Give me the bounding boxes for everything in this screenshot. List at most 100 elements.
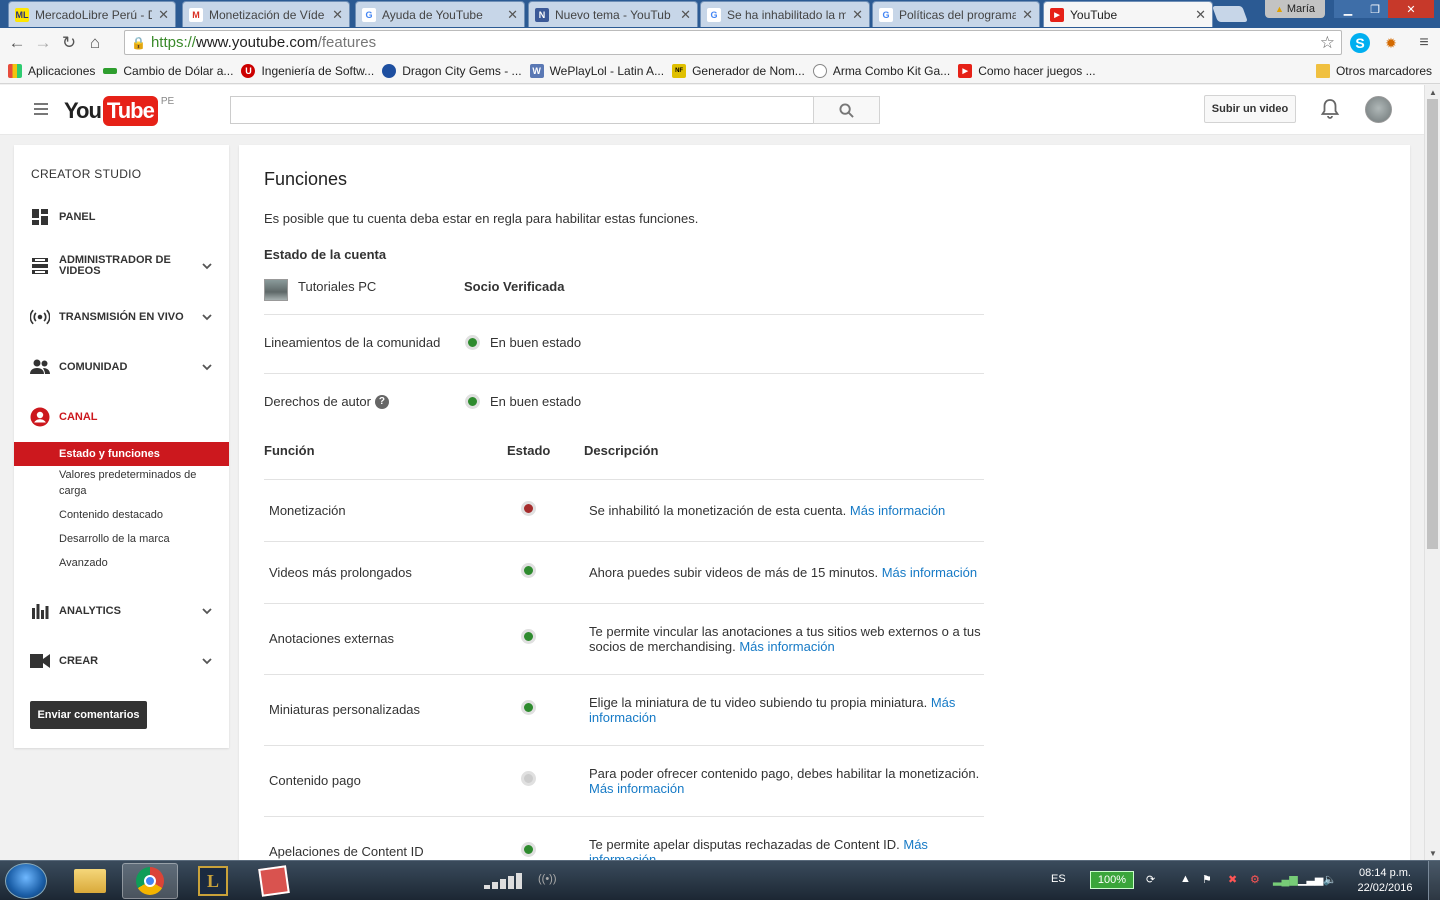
chevron-down-icon[interactable] [202,312,212,322]
gmail-favicon-icon: M [189,7,203,22]
profile-button[interactable]: ▲ María [1265,0,1325,18]
language-indicator[interactable]: ES [1051,873,1066,885]
action-center-flag-icon[interactable]: ⚑ [1202,873,1212,886]
browser-tab[interactable]: N Nuevo tema - YouTub ✕ [528,1,698,27]
page-title: Funciones [264,169,348,189]
bookmark-item[interactable]: Cambio de Dólar a... [103,64,233,78]
browser-tab[interactable]: M Monetización de Víde ✕ [182,1,350,27]
show-desktop-button[interactable] [1428,861,1440,900]
more-info-link[interactable]: Más información [739,639,834,654]
sidebar-subitem-upload-defaults[interactable]: Valores predeterminados de carga [14,467,214,499]
sidebar-item-analytics[interactable]: ANALYTICS [14,596,229,626]
scroll-up-arrow-icon[interactable]: ▲ [1425,85,1440,99]
address-bar[interactable]: 🔒 https:// www.youtube.com /features ☆ [124,30,1342,55]
network-strength-icon[interactable]: ▂▄▆ [1273,873,1298,886]
extension-icon[interactable]: ✹ [1381,33,1401,53]
close-tab-icon[interactable]: ✕ [158,7,169,23]
bookmark-item[interactable]: Arma Combo Kit Ga... [812,63,950,78]
sidebar-item-create[interactable]: CREAR [14,646,229,676]
browser-tab[interactable]: G Ayuda de YouTube ✕ [355,1,525,27]
more-info-link[interactable]: Más información [882,565,977,580]
volume-icon[interactable]: 🔈 [1323,873,1337,886]
close-tab-icon[interactable]: ✕ [507,7,518,23]
send-feedback-button[interactable]: Enviar comentarios [30,701,147,729]
more-info-link[interactable]: Más información [589,781,684,796]
close-tab-icon[interactable]: ✕ [680,7,691,23]
league-of-legends-icon[interactable]: L [185,863,241,899]
sidebar-subitem-status-features[interactable]: Estado y funciones [14,442,229,466]
back-arrow-icon[interactable]: ← [4,30,30,56]
forward-arrow-icon[interactable]: → [30,30,56,56]
sidebar-item-panel[interactable]: PANEL [14,202,229,232]
sidebar-item-live[interactable]: TRANSMISIÓN EN VIVO [14,302,229,332]
signal-bars-icon [482,871,526,894]
search-input[interactable] [230,96,814,124]
upload-button[interactable]: Subir un video [1204,95,1296,123]
close-tab-icon[interactable]: ✕ [852,7,863,23]
chevron-down-icon[interactable] [202,362,212,372]
close-tab-icon[interactable]: ✕ [1195,7,1206,23]
system-clock[interactable]: 08:14 p.m. 22/02/2016 [1345,866,1425,896]
other-bookmarks[interactable]: Otros marcadores [1315,63,1432,78]
sidebar-subitem-advanced[interactable]: Avanzado [14,555,229,571]
antivirus-icon[interactable]: ✖ [1228,873,1237,886]
start-button[interactable] [5,863,47,899]
guide-menu-icon[interactable] [34,103,48,115]
scroll-down-arrow-icon[interactable]: ▼ [1425,846,1440,860]
bookmark-label: Cambio de Dólar a... [123,63,234,78]
new-tab-button[interactable] [1212,6,1248,22]
show-hidden-icons-icon[interactable]: ▲ [1180,873,1191,885]
column-header-function: Función [264,443,315,458]
youtube-logo[interactable]: You Tube PE [64,96,174,126]
network-icon[interactable]: ▁▃▅ [1298,873,1323,886]
feature-status-dot [521,842,536,857]
browser-tab[interactable]: G Políticas del programa ✕ [872,1,1040,27]
page-scrollbar[interactable]: ▲ ▼ [1424,85,1440,860]
guidelines-status: En buen estado [490,335,582,350]
close-window-button[interactable]: ✕ [1388,0,1434,18]
warning-icon: ▲ [1274,4,1284,14]
close-tab-icon[interactable]: ✕ [332,7,343,23]
app-icon[interactable] [246,863,302,899]
bookmark-apps[interactable]: Aplicaciones [8,63,95,78]
sync-icon[interactable]: ⟳ [1146,873,1155,886]
bookmark-item[interactable]: ▶ Como hacer juegos ... [958,63,1096,78]
sidebar-item-community[interactable]: COMUNIDAD [14,352,229,382]
dashboard-icon [30,207,50,227]
notifications-bell-icon[interactable] [1320,98,1340,120]
mercadolibre-favicon-icon: ML [15,7,29,22]
bookmark-star-icon[interactable]: ☆ [1320,33,1335,53]
bookmark-item[interactable]: Dragon City Gems - ... [382,63,522,78]
maximize-button[interactable]: ❐ [1362,0,1388,18]
account-avatar[interactable] [1365,96,1392,123]
browser-tab[interactable]: G Se ha inhabilitado la m ✕ [700,1,870,27]
sidebar-subitem-branding[interactable]: Desarrollo de la marca [14,531,229,547]
battery-indicator[interactable]: 100% [1090,871,1134,889]
browser-tab-active[interactable]: ▶ YouTube ✕ [1043,1,1213,27]
reload-icon[interactable]: ↻ [56,30,82,56]
skype-icon[interactable]: S [1350,33,1370,53]
sidebar-subitem-featured-content[interactable]: Contenido destacado [14,507,229,523]
menu-icon[interactable]: ≡ [1414,33,1434,53]
sidebar-item-video-manager[interactable]: ADMINISTRADOR DE VIDEOS [14,251,229,281]
chevron-down-icon[interactable] [202,261,212,271]
sidebar-item-channel[interactable]: CANAL [14,402,229,432]
bookmark-item[interactable]: W WePlayLol - Latin A... [529,63,664,78]
search-button[interactable] [813,96,880,124]
bookmark-item[interactable]: NF Generador de Nom... [672,63,805,78]
security-icon[interactable]: ⚙ [1250,873,1260,886]
browser-tab[interactable]: ML MercadoLibre Perú - D ✕ [8,1,176,27]
close-tab-icon[interactable]: ✕ [1022,7,1033,23]
chrome-icon[interactable] [122,863,178,899]
chevron-down-icon[interactable] [202,606,212,616]
minimize-button[interactable]: ▁ [1334,0,1362,18]
partner-status: Socio Verificada [464,279,565,294]
bookmark-item[interactable]: U Ingeniería de Softw... [241,63,374,78]
scrollbar-thumb[interactable] [1427,99,1438,549]
explorer-icon[interactable] [62,863,118,899]
home-icon[interactable]: ⌂ [82,30,108,56]
more-info-link[interactable]: Más información [850,503,945,518]
chevron-down-icon[interactable] [202,656,212,666]
copyright-status: En buen estado [490,394,582,409]
help-icon[interactable]: ? [374,394,389,409]
